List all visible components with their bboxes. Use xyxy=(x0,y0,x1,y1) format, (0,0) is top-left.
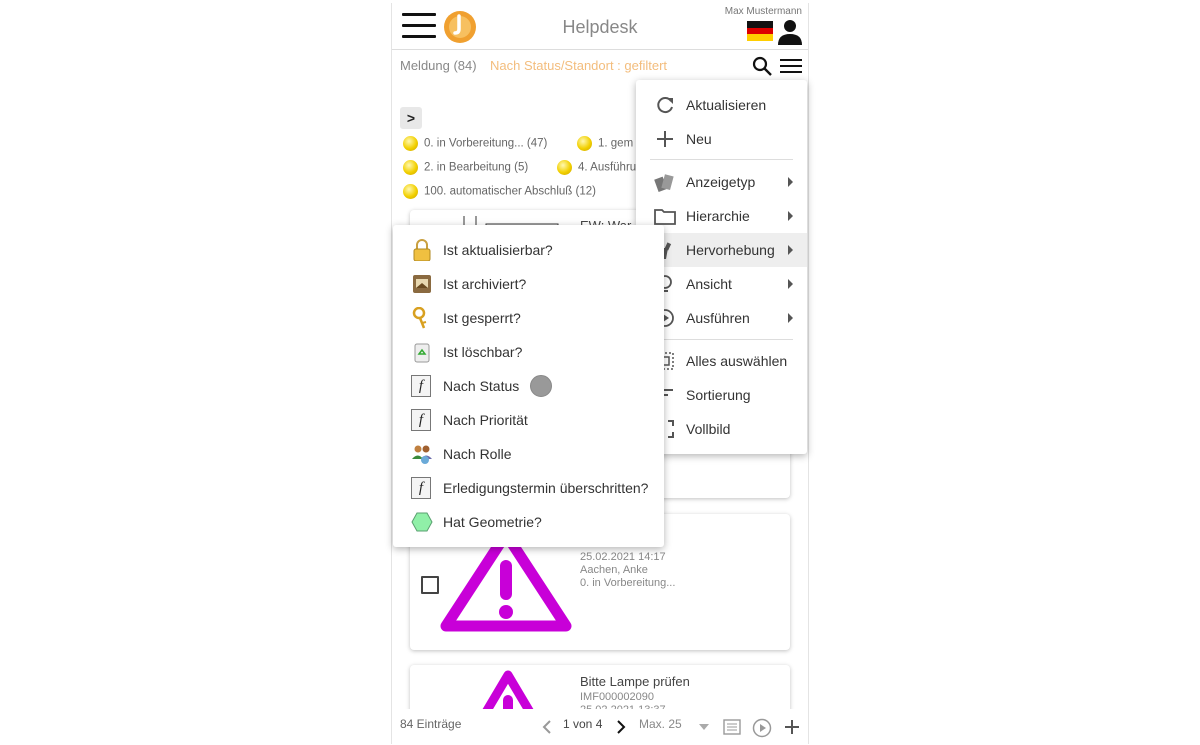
card-id: IMF000002090 xyxy=(580,691,654,703)
submenu-item-ist-gesperrt[interactable]: Ist gesperrt? xyxy=(393,301,664,335)
archive-icon xyxy=(413,275,431,293)
filter-bar: Meldung (84) Nach Status/Standort : gefi… xyxy=(392,50,808,80)
user-name: Max Mustermann xyxy=(724,6,802,17)
page-size-select[interactable]: Max. 25 xyxy=(639,717,682,731)
refresh-icon xyxy=(657,97,673,114)
app-header: Helpdesk Max Mustermann xyxy=(392,3,808,50)
pagination-footer: 84 Einträge 1 von 4 Max. 25 xyxy=(392,709,808,744)
status-dot-icon xyxy=(557,160,572,175)
status-dot-icon xyxy=(403,136,418,151)
status-legend-item[interactable]: 1. gem xyxy=(577,136,633,151)
submenu-arrow-icon xyxy=(788,245,793,255)
submenu-item-ist-aktualisierbar[interactable]: Ist aktualisierbar? xyxy=(393,233,664,267)
selected-indicator-icon xyxy=(530,375,552,397)
search-icon[interactable] xyxy=(752,56,772,76)
hexagon-icon xyxy=(411,512,433,532)
submenu-item-erledigungstermin[interactable]: f Erledigungstermin überschritten? xyxy=(393,471,664,505)
card-checkbox[interactable] xyxy=(421,576,439,594)
menu-item-anzeigetyp[interactable]: Anzeigetyp xyxy=(636,165,807,199)
card-title: Bitte Lampe prüfen xyxy=(580,674,690,689)
german-flag-icon[interactable] xyxy=(747,21,773,41)
chevron-down-icon[interactable] xyxy=(699,724,709,730)
submenu-item-nach-status[interactable]: f Nach Status xyxy=(393,369,664,403)
plus-icon xyxy=(657,131,673,147)
submenu-item-ist-archiviert[interactable]: Ist archiviert? xyxy=(393,267,664,301)
submenu-item-ist-loeschbar[interactable]: Ist löschbar? xyxy=(393,335,664,369)
status-legend-item[interactable]: 0. in Vorbereitung... (47) xyxy=(403,136,547,151)
prev-page-icon[interactable] xyxy=(542,720,552,734)
submenu-arrow-icon xyxy=(788,177,793,187)
status-legend-item[interactable]: 100. automatischer Abschluß (12) xyxy=(403,184,596,199)
function-icon: f xyxy=(411,477,433,499)
menu-item-aktualisieren[interactable]: Aktualisieren xyxy=(636,88,807,122)
record-type-label[interactable]: Meldung (84) xyxy=(400,58,477,73)
card-status: 0. in Vorbereitung... xyxy=(580,577,676,589)
add-icon[interactable] xyxy=(784,719,800,735)
menu-divider xyxy=(650,159,793,160)
status-legend-item[interactable]: 2. in Bearbeitung (5) xyxy=(403,160,528,175)
highlight-submenu: Ist aktualisierbar? Ist archiviert? Ist … xyxy=(393,225,664,547)
menu-divider xyxy=(650,339,793,340)
status-legend-item[interactable]: 4. Ausführu xyxy=(557,160,636,175)
page-indicator: 1 von 4 xyxy=(563,717,603,731)
filter-label[interactable]: Nach Status/Standort : gefiltert xyxy=(490,58,667,73)
keys-icon xyxy=(412,307,427,329)
users-icon xyxy=(412,445,432,464)
card-date: 25.02.2021 14:17 xyxy=(580,551,666,563)
user-account-icon[interactable] xyxy=(778,19,802,45)
status-dot-icon xyxy=(577,136,592,151)
submenu-item-hat-geometrie[interactable]: Hat Geometrie? xyxy=(393,505,664,539)
page-title: Helpdesk xyxy=(562,17,638,37)
lock-icon xyxy=(413,239,431,261)
status-dot-icon xyxy=(403,160,418,175)
submenu-arrow-icon xyxy=(788,211,793,221)
recycle-bin-icon xyxy=(414,343,430,363)
submenu-item-nach-rolle[interactable]: Nach Rolle xyxy=(393,437,664,471)
submenu-arrow-icon xyxy=(788,313,793,323)
list-menu-icon[interactable] xyxy=(780,58,802,74)
submenu-arrow-icon xyxy=(788,279,793,289)
function-icon: f xyxy=(411,375,433,397)
card-person: Aachen, Anke xyxy=(580,564,648,576)
status-dot-icon xyxy=(403,184,418,199)
folder-icon xyxy=(654,209,676,225)
expand-legend-button[interactable]: > xyxy=(400,107,422,129)
menu-item-neu[interactable]: Neu xyxy=(636,122,807,156)
next-page-icon[interactable] xyxy=(616,720,626,734)
submenu-item-nach-prioritaet[interactable]: f Nach Priorität xyxy=(393,403,664,437)
play-icon[interactable] xyxy=(752,718,772,738)
function-icon: f xyxy=(411,409,433,431)
entry-count: 84 Einträge xyxy=(400,717,462,731)
list-view-icon[interactable] xyxy=(723,719,741,735)
display-type-icon xyxy=(654,174,674,192)
